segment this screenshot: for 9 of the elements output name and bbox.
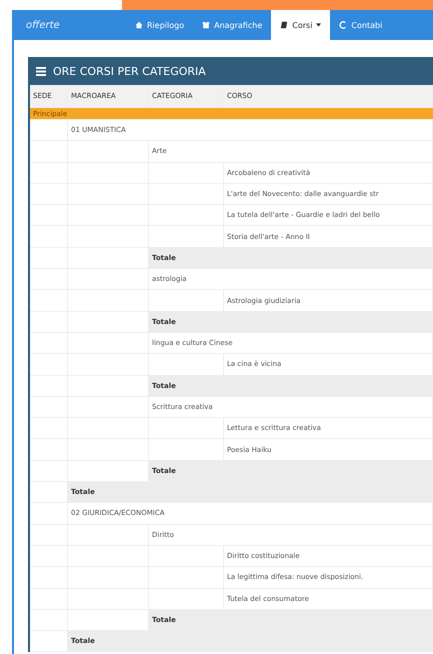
nav-tab[interactable]: Riepilogo	[126, 10, 194, 40]
people-icon	[202, 21, 210, 29]
nav-tab[interactable]: Anagrafiche	[193, 10, 272, 40]
menu-icon[interactable]	[36, 66, 46, 76]
logo[interactable]: offerte	[12, 10, 126, 40]
nav-tab[interactable]: Contabi	[330, 10, 392, 40]
nav-tab[interactable]: Corsi	[271, 10, 330, 40]
home-icon	[135, 21, 143, 29]
panel-title: ORE CORSI PER CATEGORIA	[53, 64, 206, 78]
